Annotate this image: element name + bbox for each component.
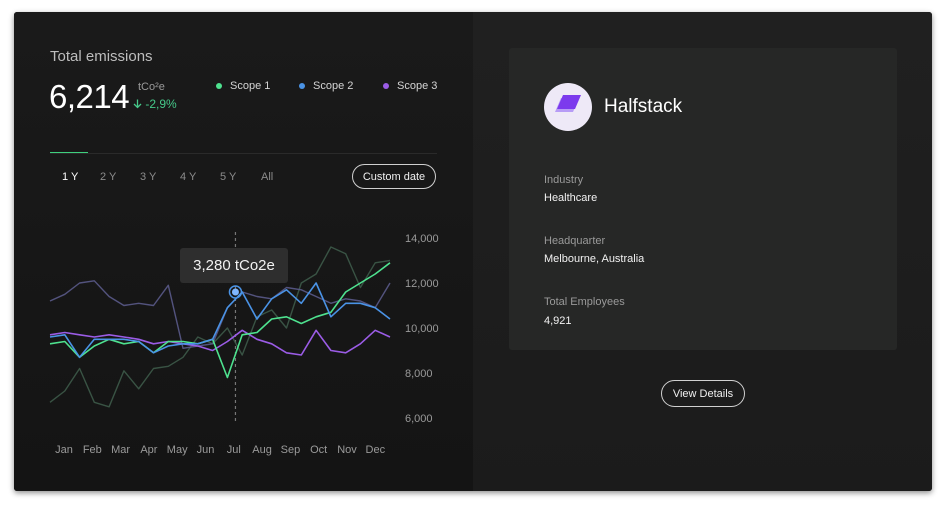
scope-2-dot xyxy=(299,83,305,89)
range-tab-1y[interactable]: 1 Y xyxy=(62,171,78,183)
highlight-point xyxy=(231,288,239,296)
y-tick-label: 10,000 xyxy=(405,323,439,335)
scope-3-dot xyxy=(383,83,389,89)
app-window: Total emissions 6,214 tCo²e -2,9% Scope … xyxy=(14,12,932,491)
view-details-button[interactable]: View Details xyxy=(661,380,745,407)
range-divider xyxy=(50,153,437,154)
range-tab-all[interactable]: All xyxy=(261,171,273,183)
emissions-change: -2,9% xyxy=(133,97,177,111)
x-tick-label: Dec xyxy=(366,444,386,456)
total-emissions-value: 6,214 xyxy=(49,78,130,115)
company-card: Halfstack Industry Healthcare Headquarte… xyxy=(509,48,897,350)
range-tab-3y[interactable]: 3 Y xyxy=(140,171,156,183)
range-tab-5y[interactable]: 5 Y xyxy=(220,171,236,183)
x-tick-label: Mar xyxy=(111,444,130,456)
legend-scope-1: Scope 1 xyxy=(216,80,270,92)
headquarter-label: Headquarter xyxy=(544,235,606,247)
chart-tooltip: 3,280 tCo2e xyxy=(180,248,288,283)
range-tab-4y[interactable]: 4 Y xyxy=(180,171,196,183)
active-range-indicator xyxy=(50,152,88,153)
x-tick-label: Jan xyxy=(55,444,73,456)
employees-value: 4,921 xyxy=(544,315,572,327)
headquarter-value: Melbourne, Australia xyxy=(544,253,645,265)
industry-label: Industry xyxy=(544,174,584,186)
company-logo xyxy=(544,83,592,131)
x-tick-label: Jul xyxy=(227,444,241,456)
panel-title: Total emissions xyxy=(50,48,153,65)
x-tick-label: Nov xyxy=(337,444,357,456)
range-tab-2y[interactable]: 2 Y xyxy=(100,171,116,183)
emissions-unit: tCo²e xyxy=(138,81,165,93)
x-tick-label: Oct xyxy=(310,444,327,456)
legend-scope-3: Scope 3 xyxy=(383,80,437,92)
x-tick-label: Apr xyxy=(140,444,157,456)
legend-label: Scope 2 xyxy=(313,80,354,92)
industry-value: Healthcare xyxy=(544,192,598,204)
scope-1-dot xyxy=(216,83,222,89)
series-line-background xyxy=(49,280,391,349)
y-tick-label: 12,000 xyxy=(405,278,439,290)
layers-icon xyxy=(555,95,581,112)
y-tick-label: 8,000 xyxy=(405,368,433,380)
y-tick-label: 6,000 xyxy=(405,413,433,425)
emissions-panel: Total emissions 6,214 tCo²e -2,9% Scope … xyxy=(14,12,473,491)
change-value: -2,9% xyxy=(145,97,177,111)
custom-date-button[interactable]: Custom date xyxy=(352,164,436,189)
legend-scope-2: Scope 2 xyxy=(299,80,353,92)
company-name: Halfstack xyxy=(604,96,683,117)
x-tick-label: Sep xyxy=(281,444,301,456)
y-tick-label: 14,000 xyxy=(405,233,439,245)
arrow-down-icon xyxy=(133,97,145,111)
legend-label: Scope 1 xyxy=(230,80,271,92)
x-tick-label: Feb xyxy=(83,444,102,456)
x-tick-label: Aug xyxy=(252,444,272,456)
employees-label: Total Employees xyxy=(544,296,625,308)
legend-label: Scope 3 xyxy=(397,80,438,92)
x-tick-label: Jun xyxy=(197,444,215,456)
x-tick-label: May xyxy=(167,444,188,456)
